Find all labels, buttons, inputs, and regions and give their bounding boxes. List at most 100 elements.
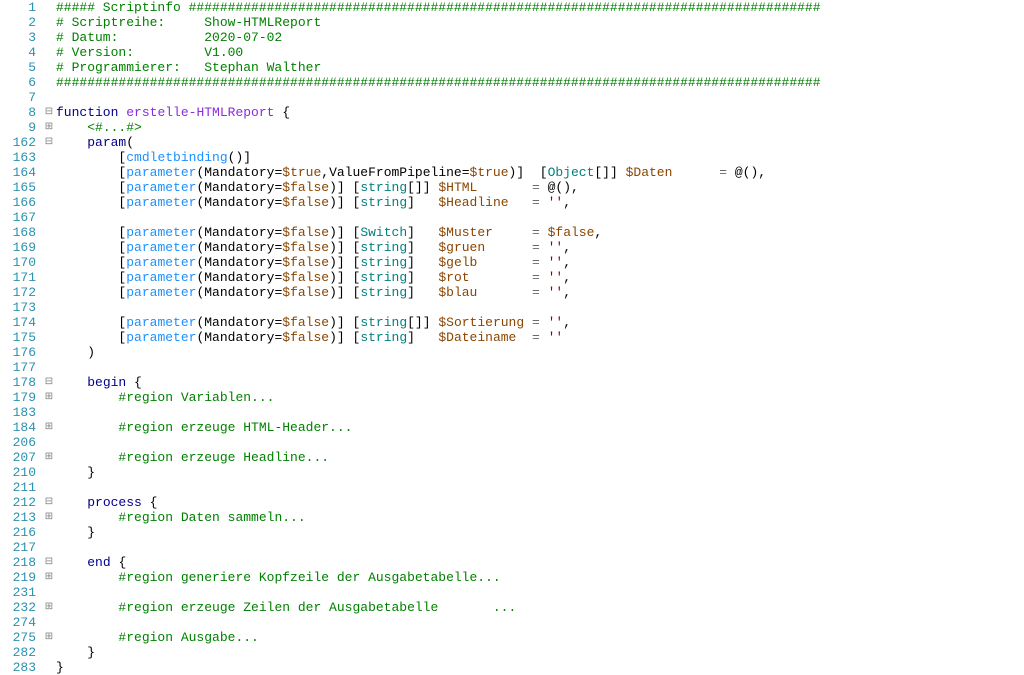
- code-line[interactable]: 216 }: [0, 525, 1024, 540]
- fold-collapsed-icon[interactable]: ⊞: [42, 420, 56, 435]
- code-editor[interactable]: 1##### Scriptinfo ######################…: [0, 0, 1024, 642]
- code-text[interactable]: # Programmierer: Stephan Walther: [56, 60, 1024, 75]
- code-line[interactable]: 283}: [0, 660, 1024, 675]
- code-line[interactable]: 171 [parameter(Mandatory=$false)] [strin…: [0, 270, 1024, 285]
- code-line[interactable]: 275⊞ #region Ausgabe...: [0, 630, 1024, 645]
- code-line[interactable]: 175 [parameter(Mandatory=$false)] [strin…: [0, 330, 1024, 345]
- code-text[interactable]: process {: [56, 495, 1024, 510]
- code-line[interactable]: 177: [0, 360, 1024, 375]
- code-line[interactable]: 167: [0, 210, 1024, 225]
- code-text[interactable]: #region erzeuge HTML-Header...: [56, 420, 1024, 435]
- code-line[interactable]: 282 }: [0, 645, 1024, 660]
- code-line[interactable]: 1##### Scriptinfo ######################…: [0, 0, 1024, 15]
- code-text[interactable]: #region erzeuge Headline...: [56, 450, 1024, 465]
- code-line[interactable]: 210 }: [0, 465, 1024, 480]
- code-text[interactable]: [parameter(Mandatory=$false)] [string] $…: [56, 270, 1024, 285]
- code-line[interactable]: 206: [0, 435, 1024, 450]
- code-text[interactable]: }: [56, 660, 1024, 675]
- fold-expanded-icon[interactable]: ⊟: [42, 555, 56, 570]
- code-line[interactable]: 3# Datum: 2020-07-02: [0, 30, 1024, 45]
- code-line[interactable]: 165 [parameter(Mandatory=$false)] [strin…: [0, 180, 1024, 195]
- code-line[interactable]: 5# Programmierer: Stephan Walther: [0, 60, 1024, 75]
- code-line[interactable]: 217: [0, 540, 1024, 555]
- code-text[interactable]: [56, 210, 1024, 225]
- code-text[interactable]: #region generiere Kopfzeile der Ausgabet…: [56, 570, 1024, 585]
- code-text[interactable]: #region Variablen...: [56, 390, 1024, 405]
- code-text[interactable]: [56, 405, 1024, 420]
- code-text[interactable]: [cmdletbinding()]: [56, 150, 1024, 165]
- code-line[interactable]: 176 ): [0, 345, 1024, 360]
- fold-collapsed-icon[interactable]: ⊞: [42, 510, 56, 525]
- code-text[interactable]: [56, 360, 1024, 375]
- code-line[interactable]: 162⊟ param(: [0, 135, 1024, 150]
- code-text[interactable]: # Scriptreihe: Show-HTMLReport: [56, 15, 1024, 30]
- code-text[interactable]: [56, 480, 1024, 495]
- code-line[interactable]: 6#######################################…: [0, 75, 1024, 90]
- code-text[interactable]: [56, 300, 1024, 315]
- code-text[interactable]: #region Ausgabe...: [56, 630, 1024, 645]
- fold-expanded-icon[interactable]: ⊟: [42, 105, 56, 120]
- code-line[interactable]: 166 [parameter(Mandatory=$false)] [strin…: [0, 195, 1024, 210]
- fold-collapsed-icon[interactable]: ⊞: [42, 600, 56, 615]
- code-line[interactable]: 174 [parameter(Mandatory=$false)] [strin…: [0, 315, 1024, 330]
- code-text[interactable]: [parameter(Mandatory=$false)] [string] $…: [56, 330, 1024, 345]
- fold-collapsed-icon[interactable]: ⊞: [42, 570, 56, 585]
- code-text[interactable]: [parameter(Mandatory=$false)] [string[]]…: [56, 180, 1024, 195]
- code-line[interactable]: 4# Version: V1.00: [0, 45, 1024, 60]
- code-text[interactable]: [56, 90, 1024, 105]
- code-line[interactable]: 168 [parameter(Mandatory=$false)] [Switc…: [0, 225, 1024, 240]
- code-line[interactable]: 9⊞ <#...#>: [0, 120, 1024, 135]
- code-text[interactable]: [56, 540, 1024, 555]
- fold-collapsed-icon[interactable]: ⊞: [42, 630, 56, 645]
- code-line[interactable]: 231: [0, 585, 1024, 600]
- fold-expanded-icon[interactable]: ⊟: [42, 495, 56, 510]
- code-line[interactable]: 163 [cmdletbinding()]: [0, 150, 1024, 165]
- code-text[interactable]: function erstelle-HTMLReport {: [56, 105, 1024, 120]
- fold-expanded-icon[interactable]: ⊟: [42, 375, 56, 390]
- code-line[interactable]: 179⊞ #region Variablen...: [0, 390, 1024, 405]
- code-text[interactable]: [parameter(Mandatory=$false)] [string] $…: [56, 285, 1024, 300]
- code-line[interactable]: 2# Scriptreihe: Show-HTMLReport: [0, 15, 1024, 30]
- code-text[interactable]: [56, 615, 1024, 630]
- code-text[interactable]: begin {: [56, 375, 1024, 390]
- code-line[interactable]: 232⊞ #region erzeuge Zeilen der Ausgabet…: [0, 600, 1024, 615]
- code-line[interactable]: 218⊟ end {: [0, 555, 1024, 570]
- code-text[interactable]: [parameter(Mandatory=$false)] [string[]]…: [56, 315, 1024, 330]
- code-text[interactable]: ########################################…: [56, 75, 1024, 90]
- code-line[interactable]: 274: [0, 615, 1024, 630]
- code-text[interactable]: # Datum: 2020-07-02: [56, 30, 1024, 45]
- code-text[interactable]: }: [56, 645, 1024, 660]
- code-text[interactable]: ##### Scriptinfo #######################…: [56, 0, 1024, 15]
- fold-expanded-icon[interactable]: ⊟: [42, 135, 56, 150]
- code-text[interactable]: [parameter(Mandatory=$false)] [string] $…: [56, 195, 1024, 210]
- code-text[interactable]: #region erzeuge Zeilen der Ausgabetabell…: [56, 600, 1024, 615]
- fold-collapsed-icon[interactable]: ⊞: [42, 120, 56, 135]
- code-text[interactable]: end {: [56, 555, 1024, 570]
- code-text[interactable]: #region Daten sammeln...: [56, 510, 1024, 525]
- code-line[interactable]: 169 [parameter(Mandatory=$false)] [strin…: [0, 240, 1024, 255]
- code-text[interactable]: }: [56, 525, 1024, 540]
- fold-collapsed-icon[interactable]: ⊞: [42, 450, 56, 465]
- code-line[interactable]: 211: [0, 480, 1024, 495]
- code-line[interactable]: 8⊟function erstelle-HTMLReport {: [0, 105, 1024, 120]
- code-text[interactable]: [parameter(Mandatory=$true,ValueFromPipe…: [56, 165, 1024, 180]
- code-text[interactable]: }: [56, 465, 1024, 480]
- code-line[interactable]: 212⊟ process {: [0, 495, 1024, 510]
- code-line[interactable]: 7: [0, 90, 1024, 105]
- code-line[interactable]: 207⊞ #region erzeuge Headline...: [0, 450, 1024, 465]
- code-text[interactable]: [56, 435, 1024, 450]
- code-line[interactable]: 164 [parameter(Mandatory=$true,ValueFrom…: [0, 165, 1024, 180]
- code-line[interactable]: 183: [0, 405, 1024, 420]
- code-text[interactable]: ): [56, 345, 1024, 360]
- code-line[interactable]: 170 [parameter(Mandatory=$false)] [strin…: [0, 255, 1024, 270]
- fold-collapsed-icon[interactable]: ⊞: [42, 390, 56, 405]
- code-text[interactable]: [parameter(Mandatory=$false)] [string] $…: [56, 255, 1024, 270]
- code-text[interactable]: <#...#>: [56, 120, 1024, 135]
- code-text[interactable]: [parameter(Mandatory=$false)] [string] $…: [56, 240, 1024, 255]
- code-text[interactable]: [parameter(Mandatory=$false)] [Switch] $…: [56, 225, 1024, 240]
- code-line[interactable]: 219⊞ #region generiere Kopfzeile der Aus…: [0, 570, 1024, 585]
- code-line[interactable]: 184⊞ #region erzeuge HTML-Header...: [0, 420, 1024, 435]
- code-line[interactable]: 172 [parameter(Mandatory=$false)] [strin…: [0, 285, 1024, 300]
- code-line[interactable]: 178⊟ begin {: [0, 375, 1024, 390]
- code-text[interactable]: param(: [56, 135, 1024, 150]
